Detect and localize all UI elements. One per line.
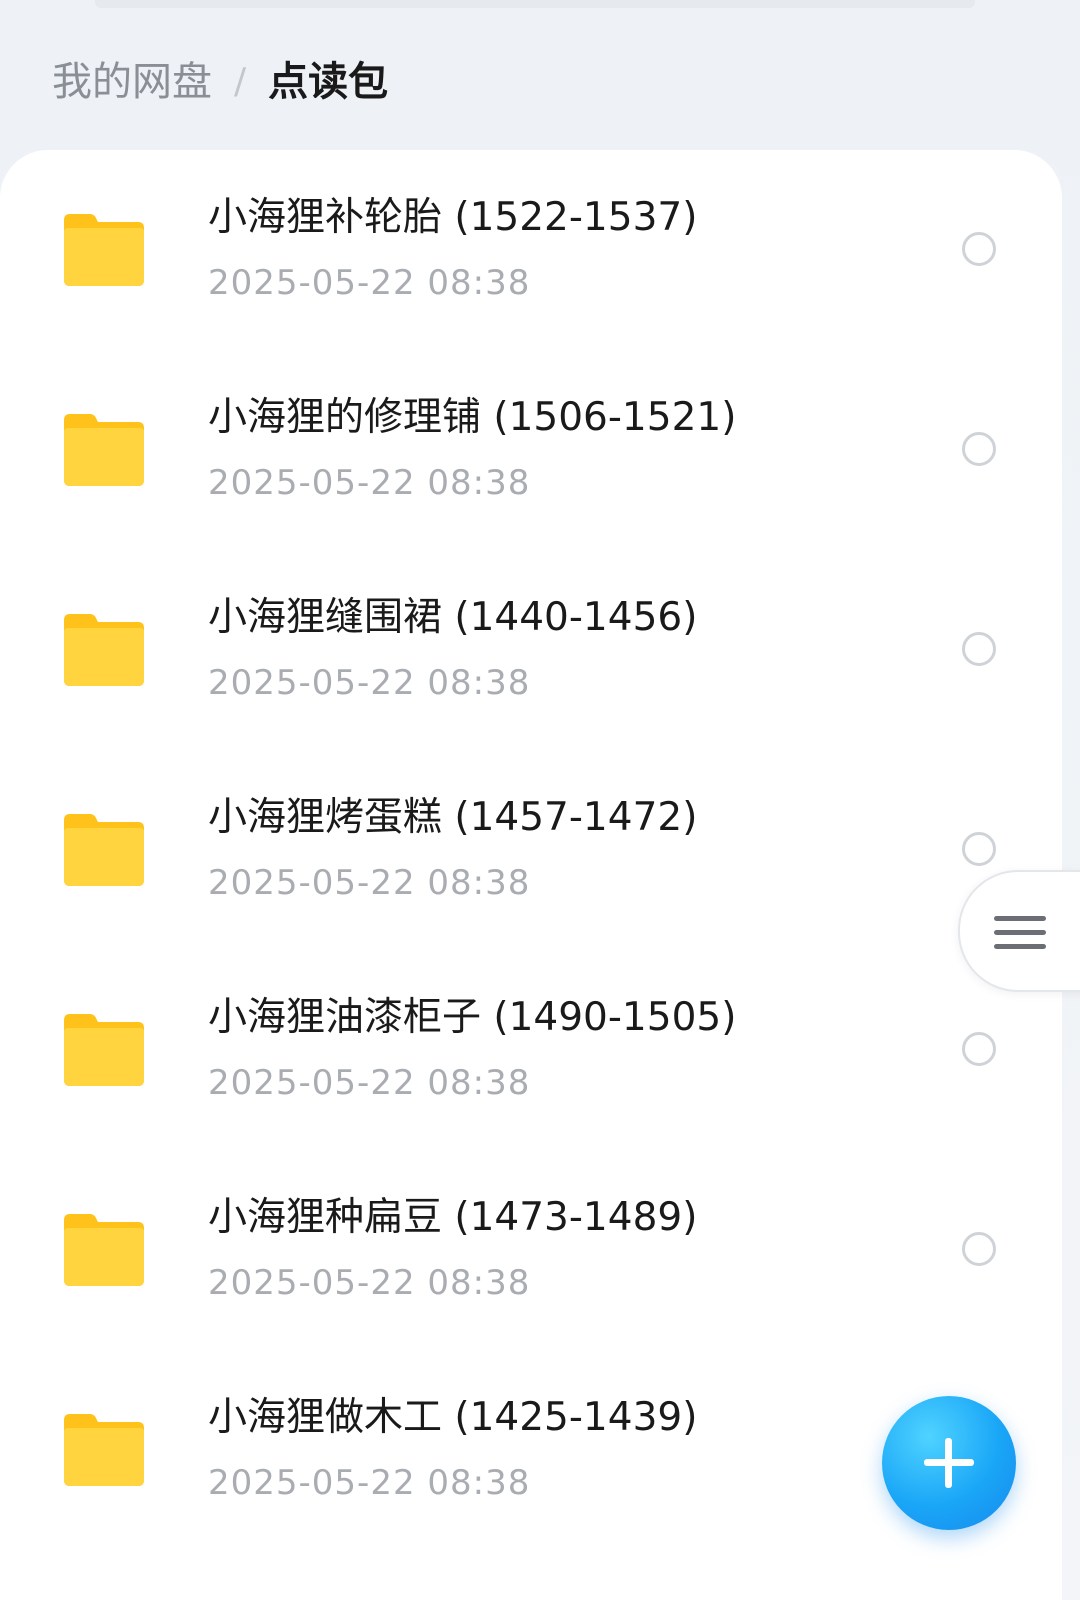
file-date: 2025-05-22 08:38 bbox=[208, 263, 531, 303]
file-name: 小海狸种扁豆 (1473-1489) bbox=[208, 1195, 698, 1240]
file-row[interactable]: 小海狸的修理铺 (1506-1521) 2025-05-22 08:38 bbox=[0, 350, 1062, 550]
file-date: 2025-05-22 08:38 bbox=[208, 863, 531, 903]
menu-icon bbox=[994, 916, 1046, 958]
file-name: 小海狸烤蛋糕 (1457-1472) bbox=[208, 795, 698, 840]
file-row[interactable]: 小海狸油漆柜子 (1490-1505) 2025-05-22 08:38 bbox=[0, 950, 1062, 1150]
file-row[interactable]: 小海狸烤蛋糕 (1457-1472) 2025-05-22 08:38 bbox=[0, 750, 1062, 950]
side-menu-button[interactable] bbox=[958, 870, 1080, 992]
folder-icon bbox=[60, 212, 146, 288]
file-date: 2025-05-22 08:38 bbox=[208, 663, 531, 703]
file-name: 小海狸的修理铺 (1506-1521) bbox=[208, 395, 737, 440]
folder-icon bbox=[60, 812, 146, 888]
file-row[interactable]: 小海狸种扁豆 (1473-1489) 2025-05-22 08:38 bbox=[0, 1150, 1062, 1350]
folder-icon bbox=[60, 612, 146, 688]
breadcrumb-separator: / bbox=[234, 61, 247, 102]
breadcrumb-current: 点读包 bbox=[268, 59, 389, 105]
select-radio[interactable] bbox=[962, 832, 996, 866]
select-radio[interactable] bbox=[962, 632, 996, 666]
top-strip bbox=[95, 0, 975, 8]
folder-icon bbox=[60, 1212, 146, 1288]
file-row[interactable]: 小海狸缝围裙 (1440-1456) 2025-05-22 08:38 bbox=[0, 550, 1062, 750]
file-name: 小海狸做木工 (1425-1439) bbox=[208, 1395, 698, 1440]
breadcrumb: 我的网盘 / 点读包 bbox=[52, 52, 388, 112]
folder-icon bbox=[60, 1412, 146, 1488]
file-name: 小海狸油漆柜子 (1490-1505) bbox=[208, 995, 737, 1040]
folder-icon bbox=[60, 412, 146, 488]
file-date: 2025-05-22 08:38 bbox=[208, 1463, 531, 1503]
select-radio[interactable] bbox=[962, 1232, 996, 1266]
file-row[interactable]: 小海狸补轮胎 (1522-1537) 2025-05-22 08:38 bbox=[0, 150, 1062, 350]
breadcrumb-root[interactable]: 我的网盘 bbox=[52, 52, 212, 112]
select-radio[interactable] bbox=[962, 1032, 996, 1066]
file-date: 2025-05-22 08:38 bbox=[208, 463, 531, 503]
folder-icon bbox=[60, 1012, 146, 1088]
file-date: 2025-05-22 08:38 bbox=[208, 1263, 531, 1303]
file-name: 小海狸补轮胎 (1522-1537) bbox=[208, 195, 698, 240]
add-button[interactable] bbox=[882, 1396, 1016, 1530]
select-radio[interactable] bbox=[962, 432, 996, 466]
file-name: 小海狸缝围裙 (1440-1456) bbox=[208, 595, 698, 640]
file-date: 2025-05-22 08:38 bbox=[208, 1063, 531, 1103]
select-radio[interactable] bbox=[962, 232, 996, 266]
file-list-card: 小海狸补轮胎 (1522-1537) 2025-05-22 08:38 小海狸的… bbox=[0, 150, 1062, 1600]
